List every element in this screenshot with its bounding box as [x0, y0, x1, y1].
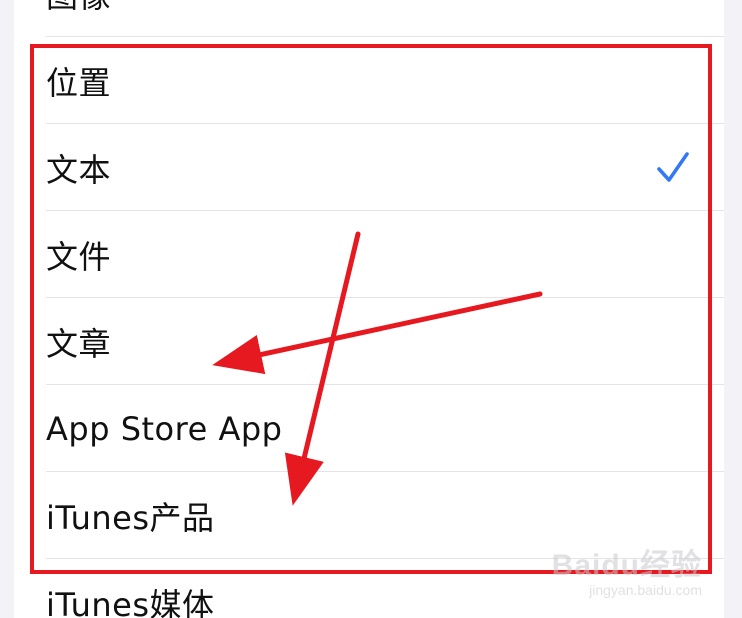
settings-list: 图像 位置 文本 文件 文章 App Store App iTunes产品 iT…	[14, 0, 724, 618]
list-item-image[interactable]: 图像	[14, 0, 724, 37]
list-item-label: App Store App	[46, 409, 283, 448]
list-item-label: iTunes产品	[46, 498, 215, 537]
list-item-location[interactable]: 位置	[14, 37, 724, 124]
list-item-label: 文件	[46, 237, 112, 276]
screen: 图像 位置 文本 文件 文章 App Store App iTunes产品 iT…	[0, 0, 742, 618]
list-item-app-store-app[interactable]: App Store App	[14, 385, 724, 472]
list-item-label: 图像	[46, 0, 111, 17]
list-item-file[interactable]: 文件	[14, 211, 724, 298]
list-item-label: iTunes媒体	[46, 585, 215, 618]
list-item-article[interactable]: 文章	[14, 298, 724, 385]
list-item-label: 文章	[46, 324, 112, 363]
list-item-text[interactable]: 文本	[14, 124, 724, 211]
list-item-itunes-media[interactable]: iTunes媒体	[14, 559, 724, 618]
list-item-label: 文本	[46, 150, 112, 189]
list-item-label: 位置	[46, 63, 112, 102]
list-item-itunes-product[interactable]: iTunes产品	[14, 472, 724, 559]
checkmark-icon	[657, 151, 689, 182]
